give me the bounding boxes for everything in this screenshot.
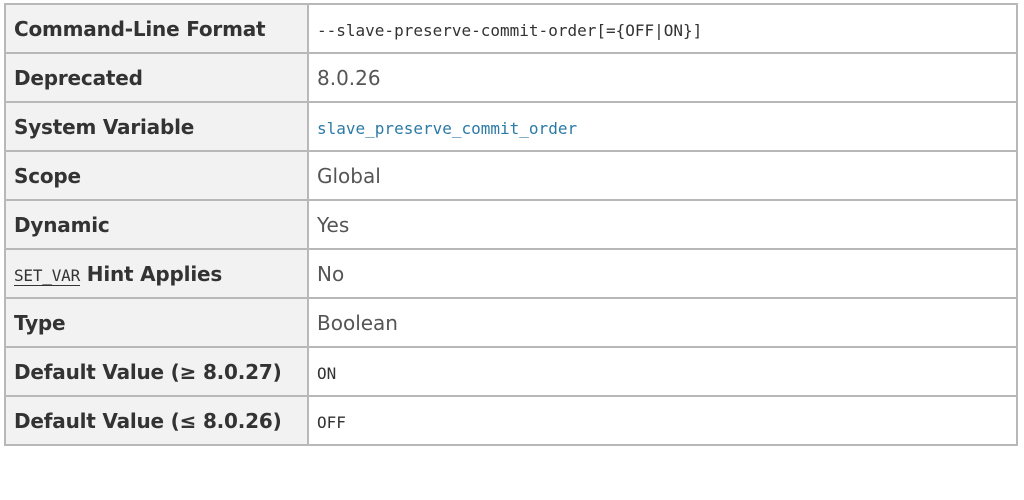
- row-value-type: Boolean: [307, 297, 1018, 348]
- table-row-deprecated: Deprecated 8.0.26: [4, 52, 1018, 103]
- system-variable-link[interactable]: slave_preserve_commit_order: [317, 119, 577, 138]
- row-label-default-value-old: Default Value (≤ 8.0.26): [4, 395, 309, 446]
- row-label-type: Type: [4, 297, 309, 348]
- row-value-default-value-old: OFF: [307, 395, 1018, 446]
- row-value-default-value-new: ON: [307, 346, 1018, 397]
- row-label-command-line-format: Command-Line Format: [4, 3, 309, 54]
- row-label-scope: Scope: [4, 150, 309, 201]
- row-value-system-variable: slave_preserve_commit_order: [307, 101, 1018, 152]
- set-var-link[interactable]: SET_VAR: [14, 265, 80, 286]
- default-value-old-code: OFF: [317, 412, 346, 432]
- row-value-command-line-format: --slave-preserve-commit-order[={OFF|ON}]: [307, 3, 1018, 54]
- table-row-scope: Scope Global: [4, 150, 1018, 201]
- table-row-type: Type Boolean: [4, 297, 1018, 348]
- option-properties-table: Command-Line Format --slave-preserve-com…: [4, 3, 1018, 446]
- table-row-command-line-format: Command-Line Format --slave-preserve-com…: [4, 3, 1018, 54]
- row-value-set-var-hint: No: [307, 248, 1018, 299]
- table-row-set-var-hint: SET_VAR Hint Applies No: [4, 248, 1018, 299]
- table-row-system-variable: System Variable slave_preserve_commit_or…: [4, 101, 1018, 152]
- row-label-system-variable: System Variable: [4, 101, 309, 152]
- row-label-set-var-hint: SET_VAR Hint Applies: [4, 248, 309, 299]
- row-value-scope: Global: [307, 150, 1018, 201]
- table-row-default-value-new: Default Value (≥ 8.0.27) ON: [4, 346, 1018, 397]
- set-var-hint-label-suffix: Hint Applies: [80, 261, 223, 286]
- option-properties-table-container: Command-Line Format --slave-preserve-com…: [4, 3, 1018, 446]
- row-label-default-value-new: Default Value (≥ 8.0.27): [4, 346, 309, 397]
- row-label-dynamic: Dynamic: [4, 199, 309, 250]
- table-row-dynamic: Dynamic Yes: [4, 199, 1018, 250]
- table-row-default-value-old: Default Value (≤ 8.0.26) OFF: [4, 395, 1018, 446]
- row-value-dynamic: Yes: [307, 199, 1018, 250]
- default-value-new-code: ON: [317, 363, 337, 383]
- row-value-deprecated: 8.0.26: [307, 52, 1018, 103]
- row-label-deprecated: Deprecated: [4, 52, 309, 103]
- command-line-format-code: --slave-preserve-commit-order[={OFF|ON}]: [317, 20, 703, 40]
